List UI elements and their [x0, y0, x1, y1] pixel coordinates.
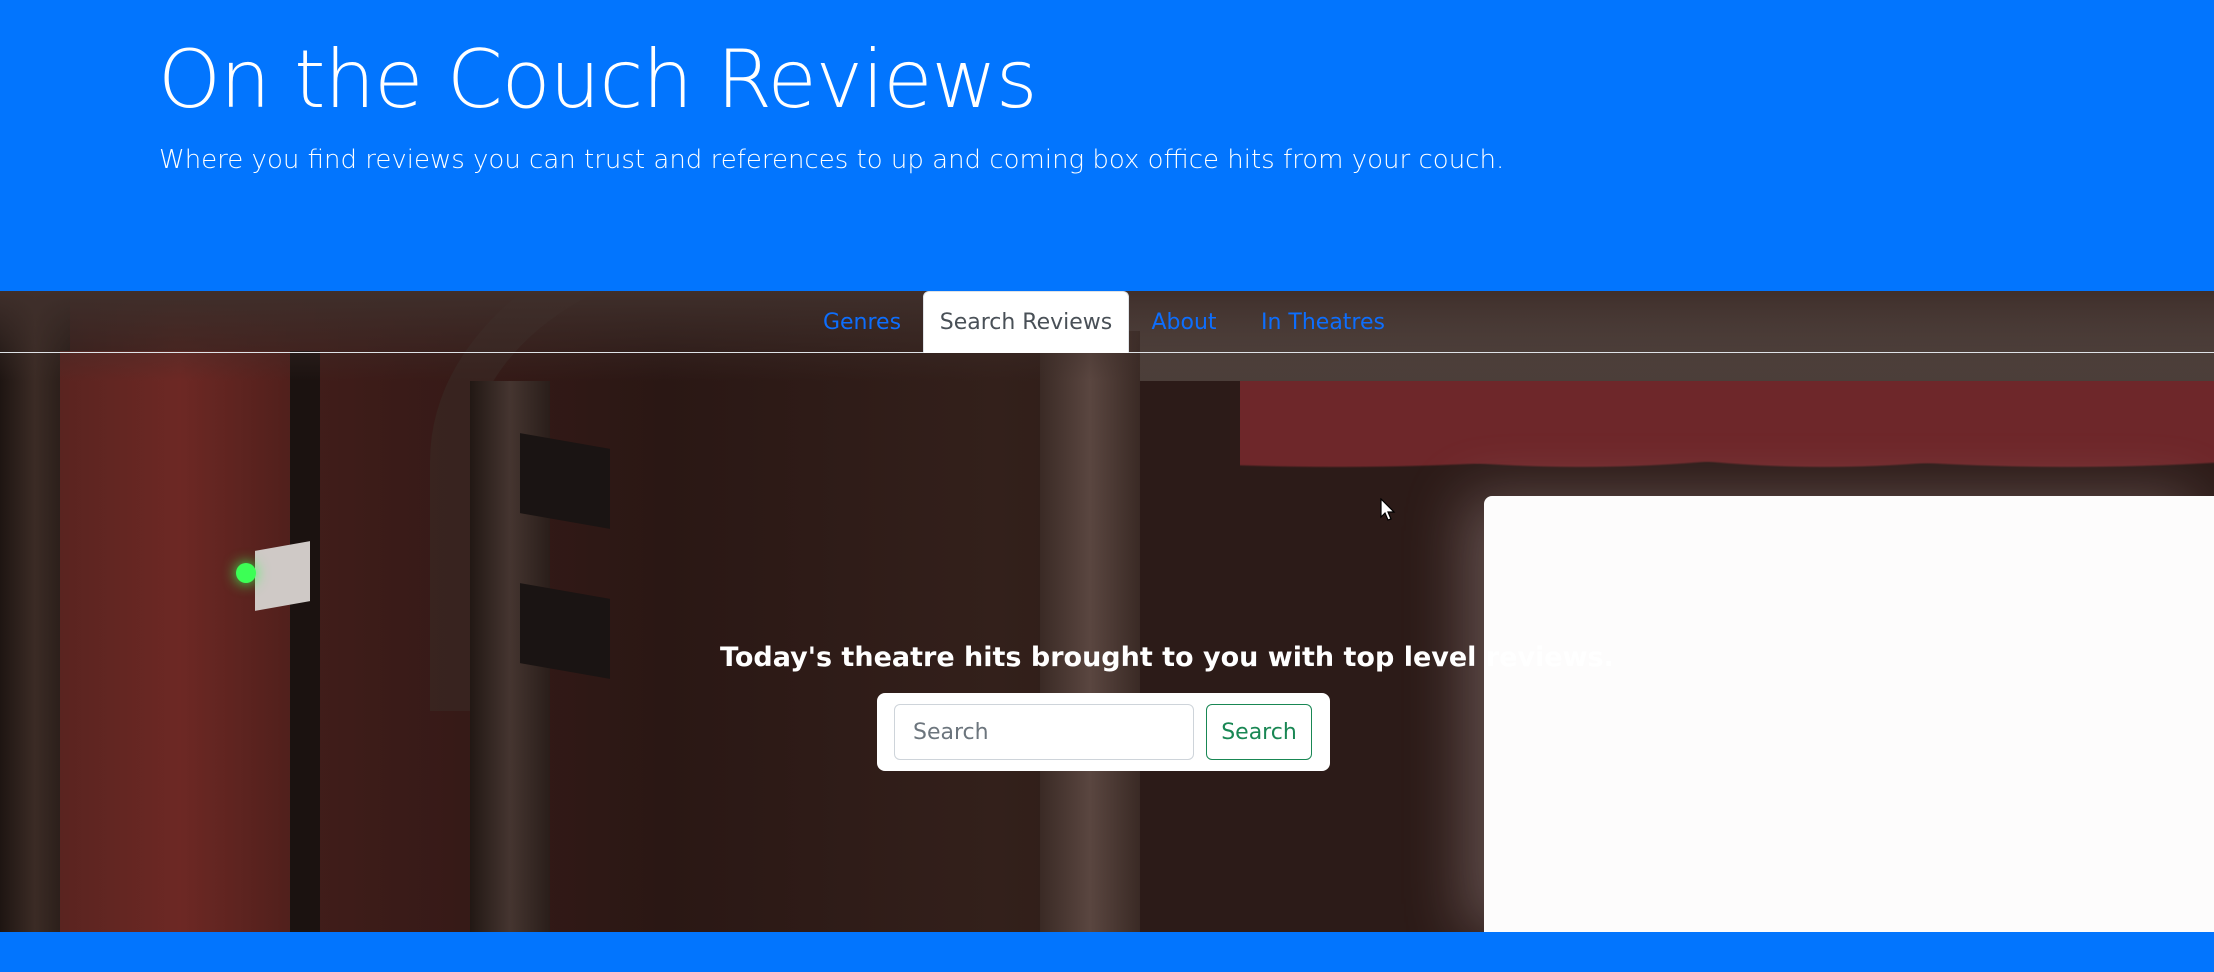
- tab-about[interactable]: About: [1136, 291, 1232, 353]
- nav-tabs: Genres Search Reviews About In Theatres: [0, 291, 2214, 353]
- site-title: On the Couch Reviews: [158, 33, 1038, 126]
- tab-genres[interactable]: Genres: [808, 291, 916, 353]
- hero-tagline: Today's theatre hits brought to you with…: [720, 642, 1614, 673]
- mouse-cursor-icon: [1380, 498, 1396, 521]
- theatre-hero-image: [0, 291, 2214, 932]
- header-banner: On the Couch Reviews Where you find revi…: [0, 0, 2214, 291]
- search-form: Search: [877, 693, 1330, 771]
- tab-search-reviews[interactable]: Search Reviews: [923, 291, 1129, 353]
- tab-in-theatres[interactable]: In Theatres: [1254, 291, 1392, 353]
- site-subtitle: Where you find reviews you can trust and…: [159, 145, 1505, 175]
- search-button[interactable]: Search: [1206, 704, 1312, 760]
- footer-bar: [0, 932, 2214, 972]
- search-input[interactable]: [894, 704, 1194, 760]
